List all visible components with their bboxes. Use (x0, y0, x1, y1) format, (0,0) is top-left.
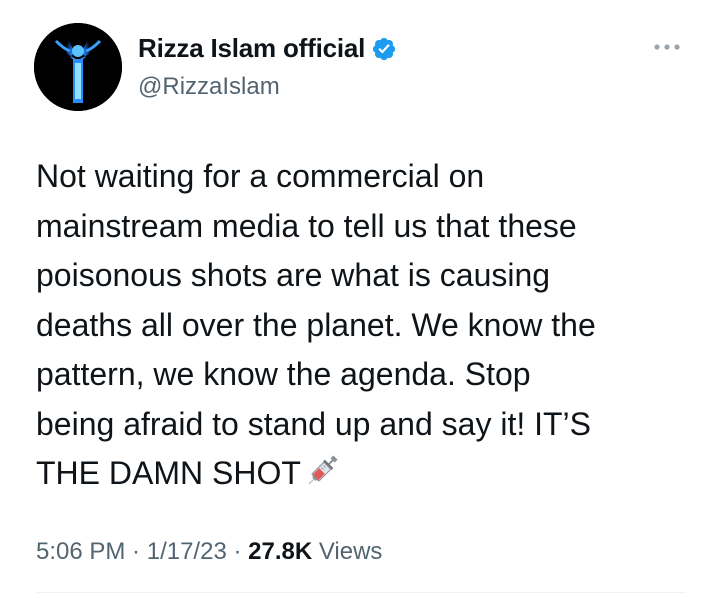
tweet-text: Not waiting for a commercial on mainstre… (36, 152, 696, 499)
author-name-row: Rizza Islam official (138, 33, 397, 64)
more-icon[interactable] (652, 40, 682, 54)
verified-badge-icon (371, 36, 397, 62)
author-avatar[interactable] (34, 23, 122, 111)
avatar-image (34, 23, 122, 111)
divider (36, 592, 686, 593)
author-display-name[interactable]: Rizza Islam official (138, 33, 365, 64)
author-handle[interactable]: @RizzaIslam (138, 73, 280, 101)
meta-separator: · (226, 538, 249, 565)
tweet-card: Rizza Islam official @RizzaIslam Not wai… (0, 0, 720, 598)
tweet-meta: 5:06 PM · 1/17/23 · 27.8K Views (36, 538, 382, 566)
tweet-time[interactable]: 5:06 PM (36, 538, 125, 565)
tweet-body: Not waiting for a commercial on mainstre… (36, 158, 596, 491)
syringe-icon (303, 452, 341, 490)
tweet-date[interactable]: 1/17/23 (147, 538, 227, 565)
meta-separator: · (125, 538, 147, 565)
views-label: Views (312, 538, 383, 565)
views-count[interactable]: 27.8K (248, 538, 312, 565)
